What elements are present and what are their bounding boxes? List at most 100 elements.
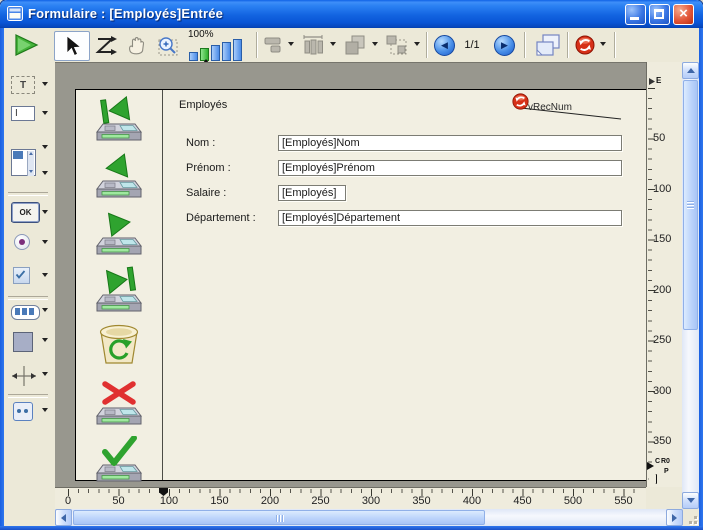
chevron-down-icon bbox=[687, 498, 695, 503]
distribute-dropdown-caret[interactable] bbox=[330, 42, 336, 46]
marker-header[interactable]: E bbox=[656, 76, 661, 85]
validate-button[interactable] bbox=[93, 436, 145, 484]
field-departement[interactable]: [Employés]Département bbox=[278, 210, 622, 226]
hruler-label: 200 bbox=[258, 495, 282, 507]
progress-indicator-tool[interactable] bbox=[11, 305, 40, 320]
combo-box-tool-caret[interactable] bbox=[42, 171, 48, 175]
input-field-tool[interactable]: I bbox=[11, 106, 35, 121]
push-button-tool-caret[interactable] bbox=[42, 210, 48, 214]
minimize-button[interactable] bbox=[625, 4, 646, 25]
field-label[interactable]: Prénom : bbox=[186, 162, 231, 174]
badges-dropdown-caret[interactable] bbox=[600, 42, 606, 46]
form-page[interactable]: Employés bbox=[75, 89, 647, 481]
close-icon: × bbox=[679, 5, 688, 22]
badges-toggle-button[interactable] bbox=[574, 34, 596, 56]
maximize-button[interactable] bbox=[649, 4, 670, 25]
marker-break[interactable]: R0 bbox=[661, 458, 670, 465]
hand-icon bbox=[125, 35, 147, 57]
vruler-label: 200 bbox=[653, 284, 671, 296]
vertical-ruler: 50 100 150 200 250 300 350 E C R0 P bbox=[646, 62, 683, 487]
field-salaire[interactable]: [Employés] bbox=[278, 185, 346, 201]
radio-button-tool[interactable] bbox=[14, 234, 30, 250]
zoom-bars-control[interactable] bbox=[189, 39, 245, 61]
variable-object[interactable]: vRecNum bbox=[528, 102, 572, 113]
zoom-bar-50[interactable] bbox=[189, 52, 198, 61]
zoom-bar-400[interactable] bbox=[222, 42, 231, 61]
field-prenom[interactable]: [Employés]Prénom bbox=[278, 160, 622, 176]
splitter-tool-caret[interactable] bbox=[42, 372, 48, 376]
field-label[interactable]: Salaire : bbox=[186, 187, 226, 199]
vertical-scroll-thumb[interactable] bbox=[683, 80, 698, 330]
field-label[interactable]: Nom : bbox=[186, 137, 215, 149]
title-bar[interactable]: Formulaire : [Employés]Entrée × bbox=[0, 0, 703, 28]
first-record-button[interactable] bbox=[93, 95, 145, 143]
splitter-tool[interactable] bbox=[10, 364, 38, 388]
delete-record-button[interactable] bbox=[93, 321, 145, 369]
field-nom[interactable]: [Employés]Nom bbox=[278, 135, 622, 151]
next-page-button[interactable]: ▶ bbox=[494, 35, 515, 56]
form-title-object[interactable]: Employés bbox=[179, 99, 227, 111]
windows-list-button[interactable] bbox=[531, 32, 563, 58]
radio-button-tool-caret[interactable] bbox=[42, 240, 48, 244]
progress-indicator-tool-caret[interactable] bbox=[42, 308, 48, 312]
forward-icon: ▶ bbox=[501, 40, 508, 51]
list-box-tool-caret[interactable] bbox=[42, 145, 48, 149]
cursor-arrow-icon bbox=[62, 35, 82, 57]
previous-page-button[interactable]: ◀ bbox=[434, 35, 455, 56]
zoom-bar-800[interactable] bbox=[233, 39, 242, 61]
previous-record-button[interactable] bbox=[93, 152, 145, 200]
variable-badge-icon[interactable] bbox=[512, 93, 529, 110]
horizontal-ruler: 0 50 100 150 200 250 300 350 400 450 500… bbox=[55, 487, 646, 510]
hruler-label: 350 bbox=[410, 495, 434, 507]
align-dropdown-caret[interactable] bbox=[288, 42, 294, 46]
cancel-button[interactable] bbox=[93, 379, 145, 427]
resize-grip[interactable] bbox=[683, 509, 699, 526]
scroll-right-button[interactable] bbox=[666, 509, 683, 526]
scroll-left-button[interactable] bbox=[55, 509, 72, 526]
zoom-tool-button[interactable] bbox=[152, 33, 182, 59]
execute-form-button[interactable] bbox=[10, 32, 42, 58]
hruler-label: 150 bbox=[208, 495, 232, 507]
scroll-up-button[interactable] bbox=[682, 62, 699, 79]
marker-body[interactable]: C bbox=[655, 458, 660, 465]
entry-order-tool-button[interactable] bbox=[92, 34, 120, 58]
plugin-area-tool-caret[interactable] bbox=[42, 408, 48, 412]
form-separator-line[interactable] bbox=[162, 90, 163, 480]
field-label[interactable]: Département : bbox=[186, 212, 256, 224]
last-record-button[interactable] bbox=[93, 266, 145, 314]
hruler-label: 450 bbox=[511, 495, 535, 507]
close-button[interactable]: × bbox=[673, 4, 694, 25]
layer-dropdown-caret[interactable] bbox=[372, 42, 378, 46]
form-canvas[interactable]: Employés bbox=[55, 62, 646, 488]
list-box-tool[interactable] bbox=[11, 149, 36, 176]
footer-marker-icon[interactable] bbox=[648, 474, 657, 484]
checkbox-tool-caret[interactable] bbox=[42, 273, 48, 277]
horizontal-scroll-thumb[interactable] bbox=[73, 510, 485, 525]
selection-tool-button[interactable] bbox=[54, 31, 90, 61]
checkbox-tool[interactable] bbox=[13, 267, 30, 284]
scroll-down-button[interactable] bbox=[682, 492, 699, 509]
rectangle-tool-caret[interactable] bbox=[42, 338, 48, 342]
pan-tool-button[interactable] bbox=[122, 33, 150, 59]
app-window: Formulaire : [Employés]Entrée × bbox=[0, 0, 703, 530]
input-field-tool-caret[interactable] bbox=[42, 111, 48, 115]
static-text-tool-caret[interactable] bbox=[42, 82, 48, 86]
rectangle-tool[interactable] bbox=[13, 332, 33, 352]
back-icon: ◀ bbox=[441, 40, 448, 51]
push-button-tool[interactable]: OK bbox=[11, 202, 40, 223]
marker-footer[interactable]: P bbox=[664, 468, 669, 475]
header-marker-icon[interactable] bbox=[649, 78, 655, 85]
zoom-bar-200[interactable] bbox=[211, 45, 220, 61]
vruler-label: 250 bbox=[653, 334, 671, 346]
layer-tool-button[interactable] bbox=[342, 34, 368, 56]
next-record-button[interactable] bbox=[93, 209, 145, 257]
group-tool-button[interactable] bbox=[384, 34, 410, 56]
hruler-label: 50 bbox=[107, 495, 131, 507]
form-window-icon bbox=[7, 6, 23, 21]
plugin-area-tool[interactable] bbox=[13, 402, 33, 421]
static-text-tool[interactable]: T bbox=[11, 76, 35, 94]
align-tool-button[interactable] bbox=[262, 36, 286, 54]
group-dropdown-caret[interactable] bbox=[414, 42, 420, 46]
entry-order-icon bbox=[94, 36, 118, 56]
distribute-tool-button[interactable] bbox=[300, 34, 326, 56]
